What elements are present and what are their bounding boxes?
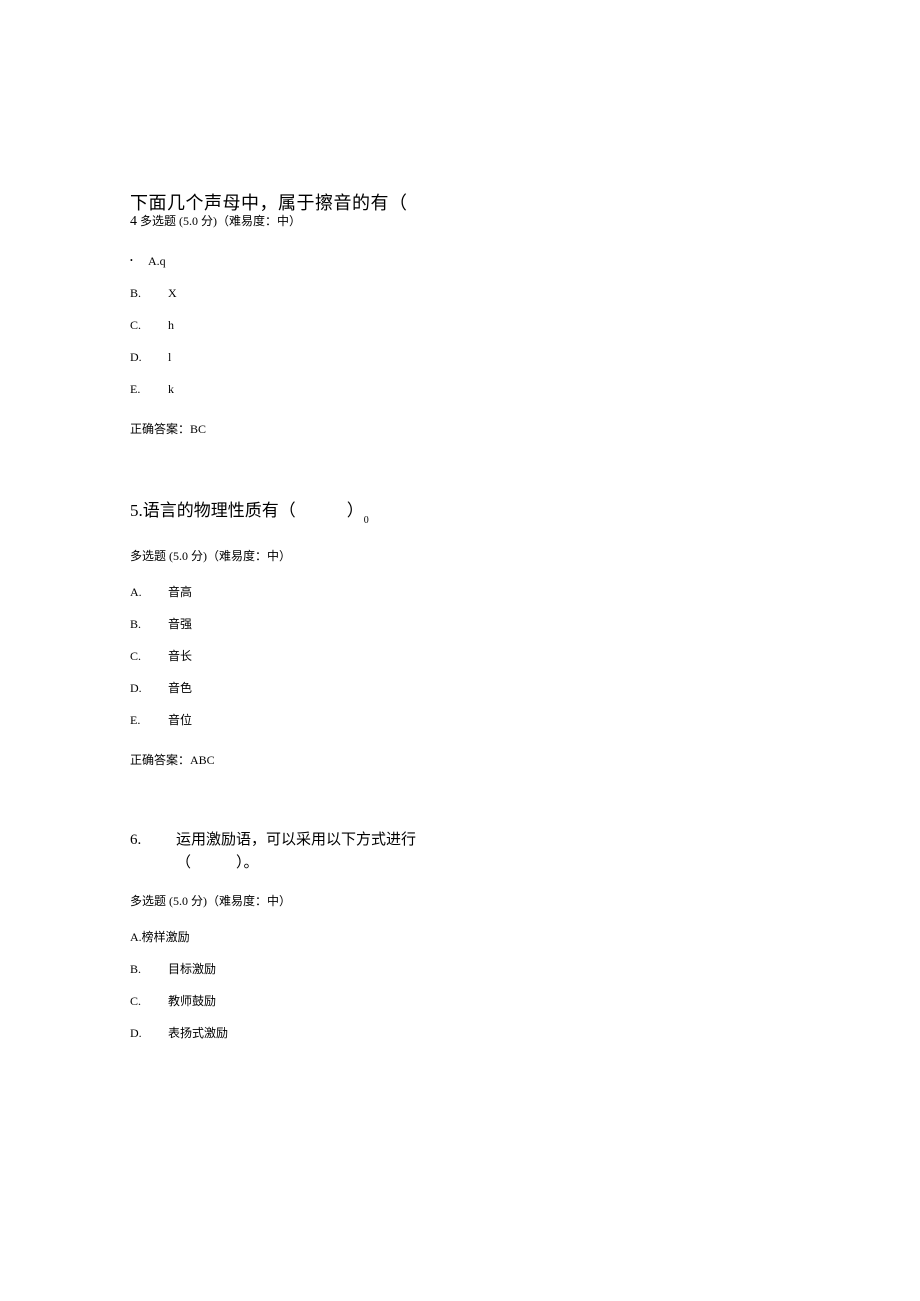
- option-text: 表扬式激励: [168, 1024, 228, 1042]
- bullet-icon: •: [130, 255, 148, 267]
- q4-option-d: D.l: [130, 348, 790, 366]
- q6-option-a: A.榜样激励: [130, 928, 790, 946]
- question-5: 5.语言的物理性质有（ ）0 多选题 (5.0 分)（难易度：中） A.音高 B…: [130, 498, 790, 769]
- q6-text: 运用激励语，可以采用以下方式进行（ ）。: [176, 829, 476, 874]
- option-text: X: [168, 284, 177, 302]
- q4-option-e: E.k: [130, 380, 790, 398]
- q5-meta: 多选题 (5.0 分)（难易度：中）: [130, 547, 790, 565]
- q6-option-b: B.目标激励: [130, 960, 790, 978]
- option-letter: C.: [130, 316, 168, 334]
- q5-option-b: B.音强: [130, 615, 790, 633]
- option-letter: A.: [130, 583, 168, 601]
- option-text: 音色: [168, 679, 192, 697]
- option-letter: C.: [130, 992, 168, 1010]
- q4-meta: 4 多选题 (5.0 分)（难易度：中）: [130, 211, 790, 232]
- option-text: 音强: [168, 615, 192, 633]
- q5-option-e: E.音位: [130, 711, 790, 729]
- option-text: 教师鼓励: [168, 992, 216, 1010]
- q5-title-sub: 0: [364, 515, 369, 526]
- option-letter: D.: [130, 679, 168, 697]
- q4-answer: 正确答案：BC: [130, 420, 790, 438]
- q5-title: 5.语言的物理性质有（ ）0: [130, 498, 790, 525]
- q6-number: 6.: [130, 829, 176, 874]
- option-letter: B.: [130, 284, 168, 302]
- option-text: k: [168, 380, 174, 398]
- option-text: l: [168, 348, 171, 366]
- option-letter: B.: [130, 960, 168, 978]
- q5-title-post: ）: [347, 501, 364, 520]
- q6-option-d: D.表扬式激励: [130, 1024, 790, 1042]
- q4-option-a: •A.q: [130, 252, 790, 270]
- q4-option-a-text: A.q: [148, 254, 166, 268]
- q6-title: 6. 运用激励语，可以采用以下方式进行（ ）。: [130, 829, 790, 874]
- option-letter: C.: [130, 647, 168, 665]
- q5-option-d: D.音色: [130, 679, 790, 697]
- q5-title-pre: 5.语言的物理性质有（: [130, 501, 296, 520]
- q5-option-a: A.音高: [130, 583, 790, 601]
- option-letter: E.: [130, 380, 168, 398]
- q6-meta: 多选题 (5.0 分)（难易度：中）: [130, 892, 790, 910]
- q4-meta-text: 多选题 (5.0 分)（难易度：中）: [140, 214, 301, 228]
- option-text: 音高: [168, 583, 192, 601]
- option-letter: D.: [130, 348, 168, 366]
- q5-answer: 正确答案：ABC: [130, 751, 790, 769]
- option-letter: B.: [130, 615, 168, 633]
- question-4: 下面几个声母中，属于擦音的有（ 4 多选题 (5.0 分)（难易度：中） •A.…: [130, 190, 790, 438]
- option-letter: E.: [130, 711, 168, 729]
- option-text: 目标激励: [168, 960, 216, 978]
- question-6: 6. 运用激励语，可以采用以下方式进行（ ）。 多选题 (5.0 分)（难易度：…: [130, 829, 790, 1042]
- option-letter: D.: [130, 1024, 168, 1042]
- q4-number: 4: [130, 214, 137, 229]
- option-text: 音位: [168, 711, 192, 729]
- option-text: 音长: [168, 647, 192, 665]
- q5-option-c: C.音长: [130, 647, 790, 665]
- q6-option-c: C.教师鼓励: [130, 992, 790, 1010]
- option-text: h: [168, 316, 174, 334]
- q4-option-b: B.X: [130, 284, 790, 302]
- q4-option-c: C.h: [130, 316, 790, 334]
